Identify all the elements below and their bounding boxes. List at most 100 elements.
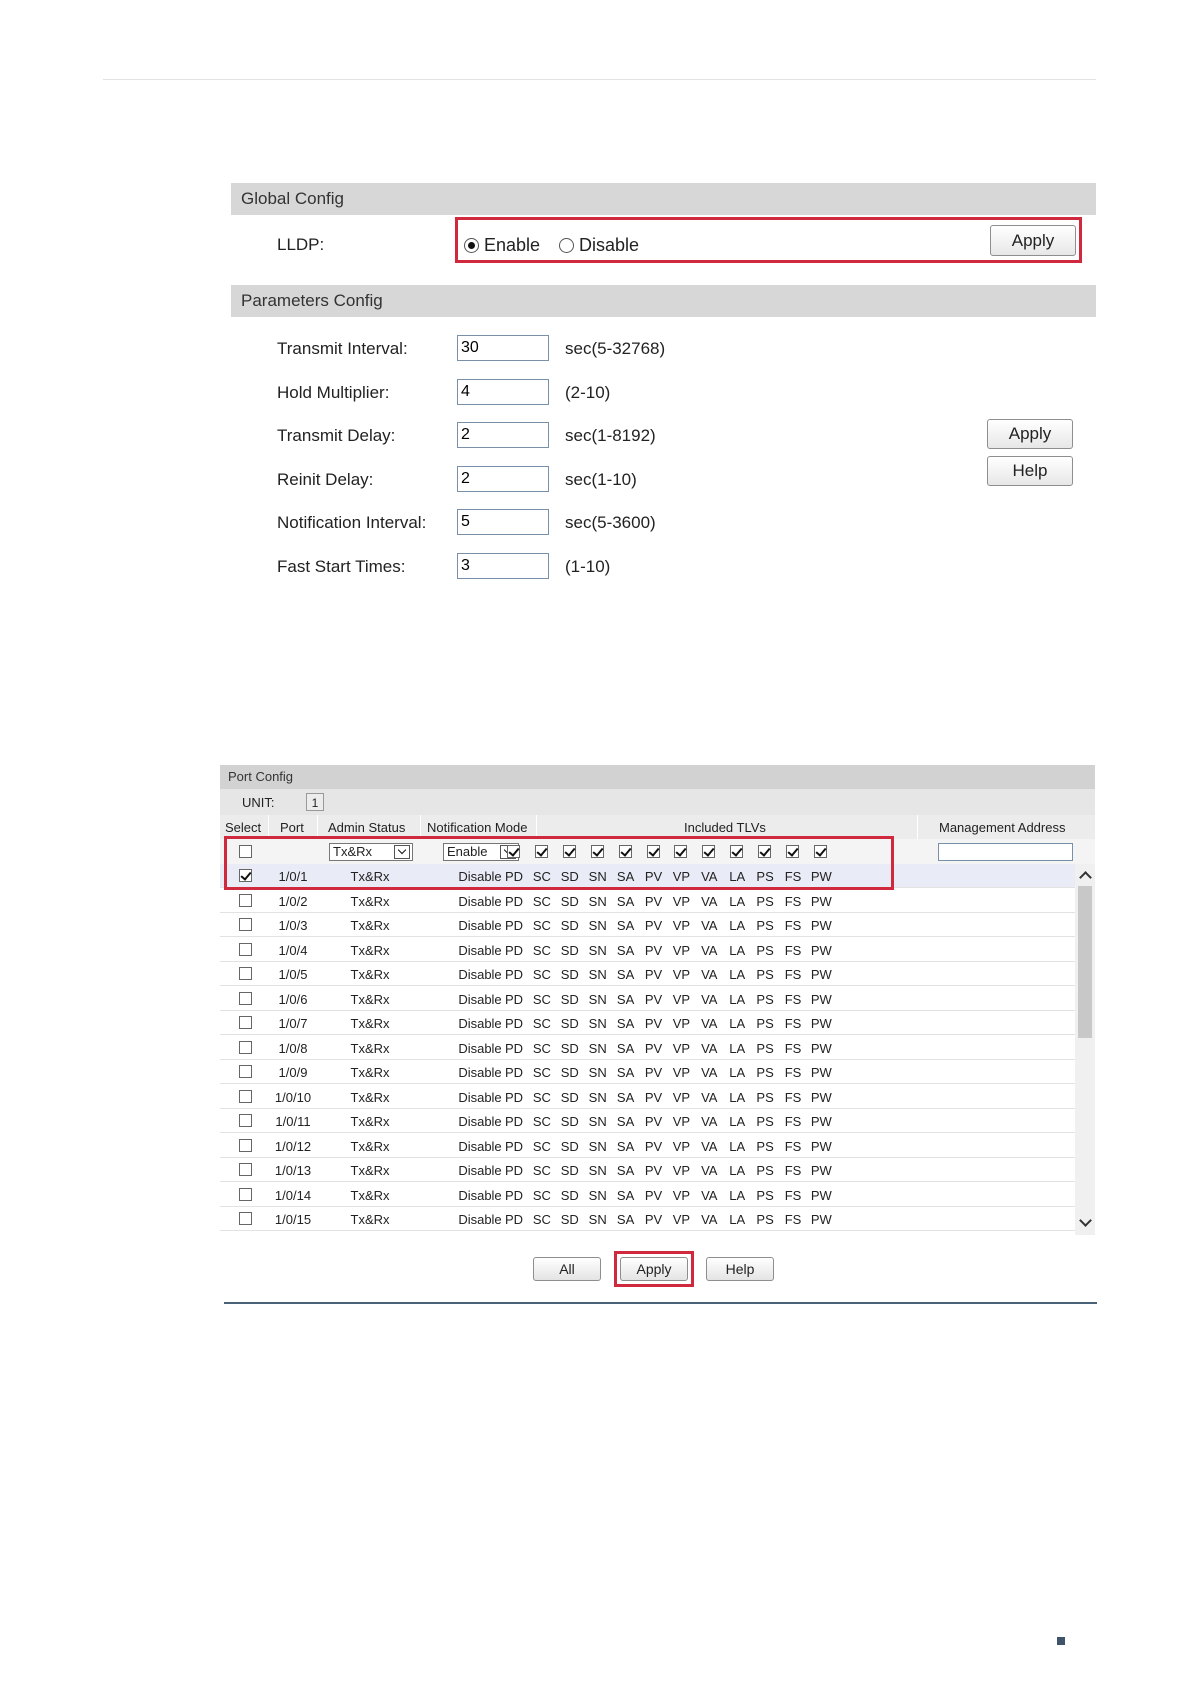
- global-config-panel: Global Config LLDP: Enable Disable Apply…: [231, 183, 1096, 579]
- param-label: Transmit Interval:: [277, 339, 408, 358]
- lldp-disable-radio[interactable]: Disable: [559, 235, 639, 256]
- admin-status-cell: Tx&Rx: [350, 1040, 390, 1056]
- row-select-checkbox[interactable]: [239, 918, 252, 931]
- table-row[interactable]: 1/0/10 Tx&Rx Disable PD SC SD SN SA PV VP VA LA PS FS…: [220, 1085, 1075, 1109]
- param-input[interactable]: [457, 509, 549, 536]
- tlv-label: PW: [810, 918, 832, 933]
- param-range: (2-10): [565, 382, 611, 402]
- table-row[interactable]: 1/0/5 Tx&Rx Disable PD SC SD SN SA PV VP VA LA PS FS P…: [220, 962, 1075, 986]
- param-input[interactable]: [457, 553, 549, 579]
- row-select-checkbox[interactable]: [239, 893, 252, 907]
- management-address-input[interactable]: [938, 843, 1073, 861]
- tlv-label: SC: [532, 1163, 551, 1178]
- tlv-label: PS: [756, 1187, 774, 1203]
- tlv-label: PW: [810, 1065, 832, 1080]
- row-select-checkbox[interactable]: [239, 942, 252, 956]
- table-row[interactable]: 1/0/3 Tx&Rx Disable PD SC SD SN SA PV VP VA LA PS FS P…: [220, 913, 1075, 937]
- tlv-label: VA: [701, 942, 718, 958]
- table-row[interactable]: 1/0/4 Tx&Rx Disable PD SC SD SN SA PV VP VA LA PS FS P…: [220, 938, 1075, 962]
- tlv-label: LA: [729, 991, 746, 1007]
- tlv-label: PD: [504, 991, 524, 1007]
- table-row[interactable]: 1/0/9 Tx&Rx Disable PD SC SD SN SA PV VP VA LA PS FS P…: [220, 1060, 1075, 1084]
- row-select-checkbox[interactable]: [239, 1187, 252, 1201]
- tlv-label: SN: [588, 991, 607, 1007]
- port-cell: 1/0/11: [275, 1114, 311, 1129]
- tlv-label: PS: [756, 1212, 774, 1227]
- radio-unchecked-icon: [559, 238, 574, 253]
- admin-status-cell: Tx&Rx: [350, 918, 390, 933]
- table-row[interactable]: 1/0/2 Tx&Rx Disable PD SC SD SN SA PV VP VA LA PS FS P…: [220, 889, 1075, 913]
- lldp-enable-radio[interactable]: Enable: [464, 235, 540, 256]
- tlv-label: PS: [756, 942, 774, 958]
- tlv-label: SN: [588, 1163, 607, 1178]
- admin-status-cell: Tx&Rx: [350, 967, 390, 982]
- tlv-label: VA: [701, 991, 718, 1007]
- table-row[interactable]: 1/0/13 Tx&Rx Disable PD SC SD SN SA PV VP VA LA PS FS…: [220, 1158, 1075, 1182]
- table-row[interactable]: 1/0/11 Tx&Rx Disable PD SC SD SN SA PV VP VA LA PS FS…: [220, 1109, 1075, 1133]
- tlv-label: PW: [810, 1163, 832, 1178]
- tlv-label: PS: [756, 1089, 774, 1105]
- tlv-label: VP: [672, 1114, 691, 1129]
- row-select-checkbox[interactable]: [239, 1163, 252, 1176]
- param-row: Notification Interval: sec(5-3600): [231, 509, 931, 537]
- tlv-label: PV: [644, 967, 663, 982]
- table-row[interactable]: 1/0/7 Tx&Rx Disable PD SC SD SN SA PV VP VA LA PS FS P…: [220, 1011, 1075, 1035]
- tlv-label: PD: [504, 1040, 524, 1056]
- parameters-config-header: Parameters Config: [231, 285, 1096, 317]
- table-row[interactable]: 1/0/14 Tx&Rx Disable PD SC SD SN SA PV VP VA LA PS FS…: [220, 1183, 1075, 1207]
- table-row[interactable]: 1/0/12 Tx&Rx Disable PD SC SD SN SA PV VP VA LA PS FS…: [220, 1134, 1075, 1158]
- tlv-label: PV: [644, 918, 663, 933]
- tlv-label: VP: [672, 1138, 691, 1154]
- tlv-label: SN: [588, 942, 607, 958]
- table-row[interactable]: 1/0/15 Tx&Rx Disable PD SC SD SN SA PV VP VA LA PS FS…: [220, 1207, 1075, 1231]
- table-row[interactable]: 1/0/6 Tx&Rx Disable PD SC SD SN SA PV VP VA LA PS FS P…: [220, 987, 1075, 1011]
- param-input[interactable]: [457, 335, 549, 361]
- parameters-apply-button[interactable]: Apply: [987, 419, 1073, 449]
- tlv-label: LA: [729, 942, 746, 958]
- tlv-label: SA: [616, 893, 635, 909]
- table-row[interactable]: 1/0/8 Tx&Rx Disable PD SC SD SN SA PV VP VA LA PS FS P…: [220, 1036, 1075, 1060]
- param-input[interactable]: [457, 422, 549, 449]
- param-input[interactable]: [457, 378, 549, 405]
- tlv-label: SD: [560, 1089, 579, 1105]
- row-select-checkbox[interactable]: [239, 1016, 252, 1029]
- unit-1-button[interactable]: 1: [306, 793, 324, 811]
- tlv-label: PV: [644, 942, 663, 958]
- port-help-button[interactable]: Help: [706, 1257, 774, 1281]
- tlv-label: PD: [504, 1212, 524, 1227]
- row-select-checkbox[interactable]: [239, 991, 252, 1005]
- tlv-label: SN: [588, 893, 607, 909]
- tlv-label: SA: [616, 1114, 635, 1129]
- row-select-checkbox[interactable]: [239, 1065, 252, 1078]
- scroll-up-icon[interactable]: [1075, 864, 1095, 888]
- row-select-checkbox[interactable]: [239, 1212, 252, 1225]
- row-select-checkbox[interactable]: [239, 1114, 252, 1127]
- admin-status-cell: Tx&Rx: [350, 942, 390, 958]
- tlv-label: PD: [504, 1114, 524, 1129]
- port-cell: 1/0/14: [274, 1187, 312, 1203]
- row-select-checkbox[interactable]: [239, 967, 252, 980]
- row-select-checkbox[interactable]: [239, 1089, 252, 1103]
- tlv-label: VA: [701, 1138, 718, 1154]
- tlv-label: SN: [588, 1040, 607, 1056]
- scroll-down-icon[interactable]: [1075, 1211, 1095, 1235]
- tlv-label: SN: [588, 918, 607, 933]
- tlv-label: FS: [784, 1114, 802, 1129]
- scroll-thumb[interactable]: [1078, 886, 1092, 1038]
- tlv-label: PS: [756, 1016, 774, 1031]
- tlv-label: PS: [756, 967, 774, 982]
- port-cell: 1/0/15: [274, 1212, 312, 1227]
- global-apply-button[interactable]: Apply: [990, 225, 1076, 256]
- param-input[interactable]: [457, 465, 549, 492]
- parameters-help-button[interactable]: Help: [987, 456, 1073, 486]
- row-select-checkbox[interactable]: [239, 1040, 252, 1054]
- tlv-label: PD: [504, 1016, 524, 1031]
- select-all-button[interactable]: All: [533, 1257, 601, 1281]
- row-select-checkbox[interactable]: [239, 1138, 252, 1152]
- table-scrollbar[interactable]: [1075, 864, 1095, 1235]
- port-apply-button[interactable]: Apply: [620, 1257, 688, 1281]
- tlv-label: FS: [784, 1212, 802, 1227]
- tlv-label: PV: [644, 1016, 663, 1031]
- tlv-label: SN: [588, 1212, 607, 1227]
- tlv-label: PW: [810, 1138, 832, 1154]
